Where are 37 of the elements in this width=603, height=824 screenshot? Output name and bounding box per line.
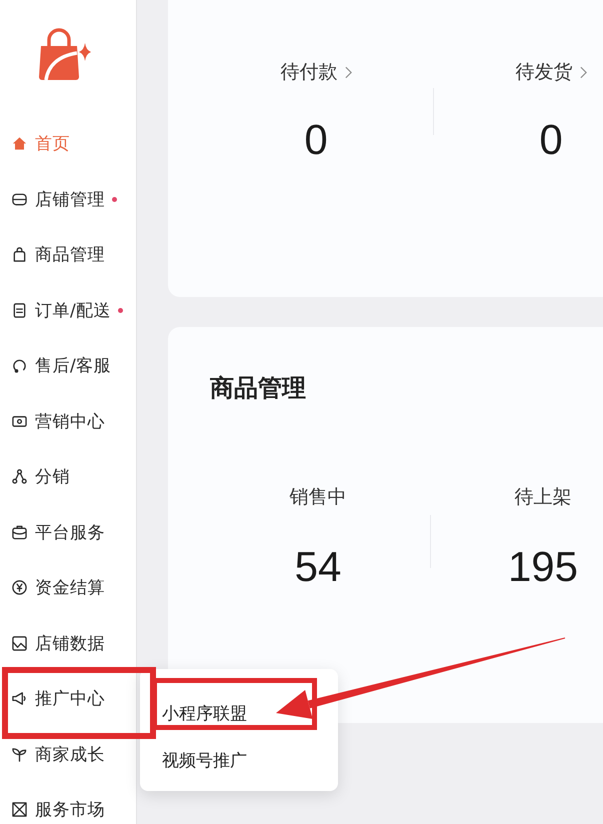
menu-item[interactable]: 商家成长 xyxy=(12,742,105,766)
menu-item[interactable]: 订单/配送 xyxy=(12,298,124,322)
stat-label: 销售中 xyxy=(290,485,346,510)
submenu-item[interactable]: 视频号推广 xyxy=(162,749,247,772)
menu-item[interactable]: 营销中心 xyxy=(12,410,105,433)
chart-icon xyxy=(12,636,27,651)
card-title: 商品管理 xyxy=(210,374,306,402)
bag-icon xyxy=(12,247,27,262)
stat-value: 0 xyxy=(539,115,563,165)
nodes-icon xyxy=(12,469,27,484)
stat-label: 待上架 xyxy=(514,485,572,510)
home-icon xyxy=(12,136,27,152)
stat-value: 54 xyxy=(294,542,342,592)
menu-item[interactable]: 推广中心 xyxy=(12,687,105,710)
megaphone-icon xyxy=(12,691,27,706)
menu-item[interactable]: 服务市场 xyxy=(12,798,105,822)
stat-value: 195 xyxy=(508,542,578,592)
yen-icon xyxy=(12,580,27,596)
menu-item[interactable]: 平台服务 xyxy=(12,520,105,544)
headset-icon xyxy=(12,358,27,374)
bag-logo-icon xyxy=(38,27,92,81)
stat-link[interactable]: 待发货 xyxy=(516,58,586,86)
ticket-icon xyxy=(12,414,27,429)
tray-icon xyxy=(12,192,27,207)
sprout-icon xyxy=(12,746,27,762)
stat-link[interactable]: 待付款 xyxy=(280,58,352,86)
clipboard-icon xyxy=(12,302,27,318)
stat-value: 0 xyxy=(304,115,328,165)
menu-item[interactable]: 店铺管理 xyxy=(12,188,117,211)
menu-item[interactable]: 资金结算 xyxy=(12,576,105,600)
menu-item[interactable]: 商品管理 xyxy=(12,243,105,266)
menu-item[interactable]: 分销 xyxy=(12,465,70,488)
briefcase-icon xyxy=(12,524,27,540)
submenu-item[interactable]: 小程序联盟 xyxy=(162,702,247,725)
crossed-box-icon xyxy=(12,802,27,818)
menu-item[interactable]: 售后/客服 xyxy=(12,354,112,378)
menu-item[interactable]: 店铺数据 xyxy=(12,632,105,655)
